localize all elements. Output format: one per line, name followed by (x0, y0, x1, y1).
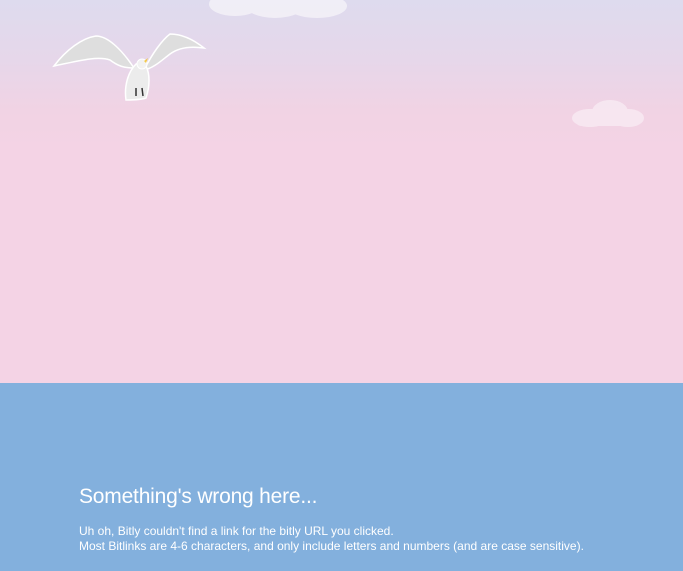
error-description-line-2: Most Bitlinks are 4-6 characters, and on… (79, 539, 584, 553)
error-description-line-1: Uh oh, Bitly couldn't find a link for th… (79, 524, 394, 538)
cloud-right-icon (572, 100, 644, 127)
error-headline: Something's wrong here... (79, 485, 318, 508)
error-message: Something's wrong here... Uh oh, Bitly c… (79, 484, 679, 554)
seagull-icon (52, 33, 207, 101)
error-page: Something's wrong here... Uh oh, Bitly c… (0, 0, 683, 571)
cloud-top-icon (209, 0, 347, 18)
error-description: Uh oh, Bitly couldn't find a link for th… (79, 524, 679, 554)
